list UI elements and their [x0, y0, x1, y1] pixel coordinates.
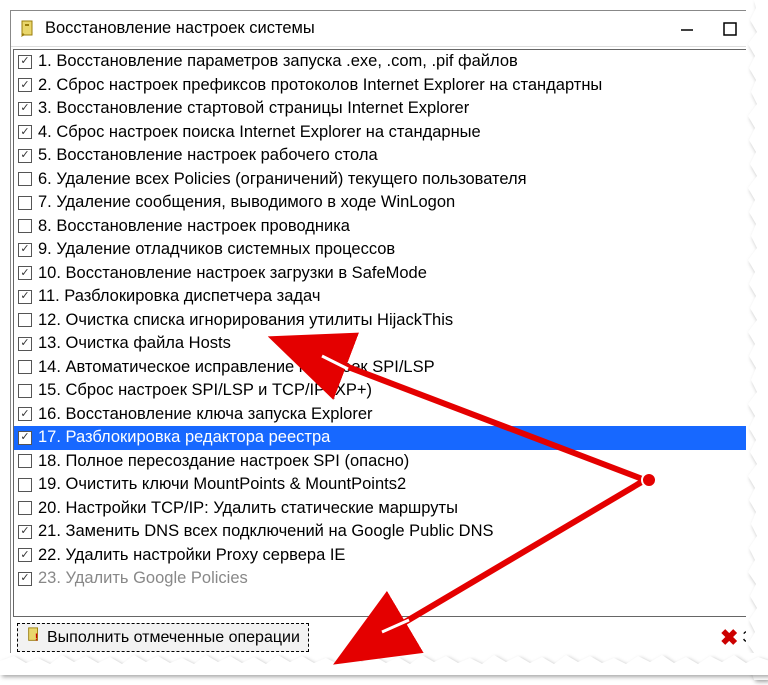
checkbox[interactable] [18, 572, 32, 586]
list-item[interactable]: 16. Восстановление ключа запуска Explore… [14, 403, 754, 427]
app-icon [19, 20, 37, 38]
checkbox[interactable] [18, 454, 32, 468]
checkbox[interactable] [18, 125, 32, 139]
list-item[interactable]: 9. Удаление отладчиков системных процесс… [14, 238, 754, 262]
list-item-label: 13. Очистка файла Hosts [38, 334, 231, 353]
list-item-label: 4. Сброс настроек поиска Internet Explor… [38, 123, 481, 142]
checkbox[interactable] [18, 313, 32, 327]
list-item[interactable]: 3. Восстановление стартовой страницы Int… [14, 97, 754, 121]
checkbox[interactable] [18, 501, 32, 515]
list-item[interactable]: 4. Сброс настроек поиска Internet Explor… [14, 121, 754, 145]
checkbox[interactable] [18, 548, 32, 562]
execute-button-label: Выполнить отмеченные операции [47, 629, 300, 647]
list-item[interactable]: 8. Восстановление настроек проводника [14, 215, 754, 239]
checkbox[interactable] [18, 55, 32, 69]
checkbox[interactable] [18, 478, 32, 492]
list-item[interactable]: 19. Очистить ключи MountPoints & MountPo… [14, 473, 754, 497]
checkbox[interactable] [18, 196, 32, 210]
list-item-label: 22. Удалить настройки Proxy сервера IE [38, 546, 345, 565]
list-item[interactable]: 11. Разблокировка диспетчера задач [14, 285, 754, 309]
title-bar: Восстановление настроек системы [11, 11, 757, 47]
list-item[interactable]: 23. Удалить Google Policies [14, 567, 754, 591]
list-item-label: 1. Восстановление параметров запуска .ex… [38, 52, 518, 71]
script-icon: ! [26, 627, 42, 648]
list-item-label: 16. Восстановление ключа запуска Explore… [38, 405, 373, 424]
list-item-label: 9. Удаление отладчиков системных процесс… [38, 240, 395, 259]
checkbox[interactable] [18, 266, 32, 280]
list-item[interactable]: 10. Восстановление настроек загрузки в S… [14, 262, 754, 286]
list-item-label: 2. Сброс настроек префиксов протоколов I… [38, 76, 602, 95]
svg-text:!: ! [35, 632, 38, 643]
checkbox[interactable] [18, 102, 32, 116]
window-title: Восстановление настроек системы [45, 19, 678, 38]
list-item[interactable]: 2. Сброс настроек префиксов протоколов I… [14, 74, 754, 98]
list-item[interactable]: 7. Удаление сообщения, выводимого в ходе… [14, 191, 754, 215]
list-item-label: 18. Полное пересоздание настроек SPI (оп… [38, 452, 409, 471]
checkbox[interactable] [18, 243, 32, 257]
list-item-label: 23. Удалить Google Policies [38, 569, 248, 588]
list-item-label: 17. Разблокировка редактора реестра [38, 428, 330, 447]
list-item-label: 21. Заменить DNS всех подключений на Goo… [38, 522, 494, 541]
list-item-label: 20. Настройки TCP/IP: Удалить статически… [38, 499, 458, 518]
list-item[interactable]: 1. Восстановление параметров запуска .ex… [14, 50, 754, 74]
checkbox[interactable] [18, 219, 32, 233]
list-item-label: 12. Очистка списка игнорирования утилиты… [38, 311, 453, 330]
list-item-label: 11. Разблокировка диспетчера задач [38, 287, 320, 306]
list-item-label: 19. Очистить ключи MountPoints & MountPo… [38, 475, 406, 494]
list-item[interactable]: 17. Разблокировка редактора реестра [14, 426, 754, 450]
list-item-label: 8. Восстановление настроек проводника [38, 217, 350, 236]
list-item[interactable]: 18. Полное пересоздание настроек SPI (оп… [14, 450, 754, 474]
list-item[interactable]: 21. Заменить DNS всех подключений на Goo… [14, 520, 754, 544]
execute-button[interactable]: ! Выполнить отмеченные операции [17, 623, 309, 652]
checkbox[interactable] [18, 407, 32, 421]
bottom-bar: ! Выполнить отмеченные операции ✖ За [11, 619, 757, 656]
close-button-label: За [742, 629, 758, 647]
checkbox[interactable] [18, 78, 32, 92]
checkbox[interactable] [18, 525, 32, 539]
list-item-label: 14. Автоматическое исправление настроек … [38, 358, 435, 377]
close-icon: ✖ [720, 625, 738, 651]
list-item[interactable]: 6. Удаление всех Policies (ограничений) … [14, 168, 754, 192]
list-item-label: 7. Удаление сообщения, выводимого в ходе… [38, 193, 455, 212]
checkbox[interactable] [18, 431, 32, 445]
minimize-button[interactable] [678, 20, 696, 38]
list-item[interactable]: 14. Автоматическое исправление настроек … [14, 356, 754, 380]
checkbox[interactable] [18, 337, 32, 351]
list-item[interactable]: 5. Восстановление настроек рабочего стол… [14, 144, 754, 168]
list-item-label: 15. Сброс настроек SPI/LSP и TCP/IP (XP+… [38, 381, 372, 400]
list-item[interactable]: 20. Настройки TCP/IP: Удалить статически… [14, 497, 754, 521]
main-window: Восстановление настроек системы 1. Восст… [10, 10, 758, 665]
checkbox[interactable] [18, 290, 32, 304]
list-item[interactable]: 15. Сброс настроек SPI/LSP и TCP/IP (XP+… [14, 379, 754, 403]
list-item[interactable]: 12. Очистка списка игнорирования утилиты… [14, 309, 754, 333]
list-item-label: 10. Восстановление настроек загрузки в S… [38, 264, 427, 283]
list-item[interactable]: 13. Очистка файла Hosts [14, 332, 754, 356]
list-item[interactable]: 22. Удалить настройки Proxy сервера IE [14, 544, 754, 568]
window-controls [678, 20, 739, 38]
checkbox[interactable] [18, 384, 32, 398]
maximize-button[interactable] [721, 20, 739, 38]
list-item-label: 3. Восстановление стартовой страницы Int… [38, 99, 469, 118]
checkbox[interactable] [18, 172, 32, 186]
settings-list[interactable]: 1. Восстановление параметров запуска .ex… [13, 49, 755, 617]
checkbox[interactable] [18, 360, 32, 374]
close-button[interactable]: ✖ За [720, 625, 758, 651]
list-item-label: 6. Удаление всех Policies (ограничений) … [38, 170, 527, 189]
checkbox[interactable] [18, 149, 32, 163]
list-item-label: 5. Восстановление настроек рабочего стол… [38, 146, 378, 165]
